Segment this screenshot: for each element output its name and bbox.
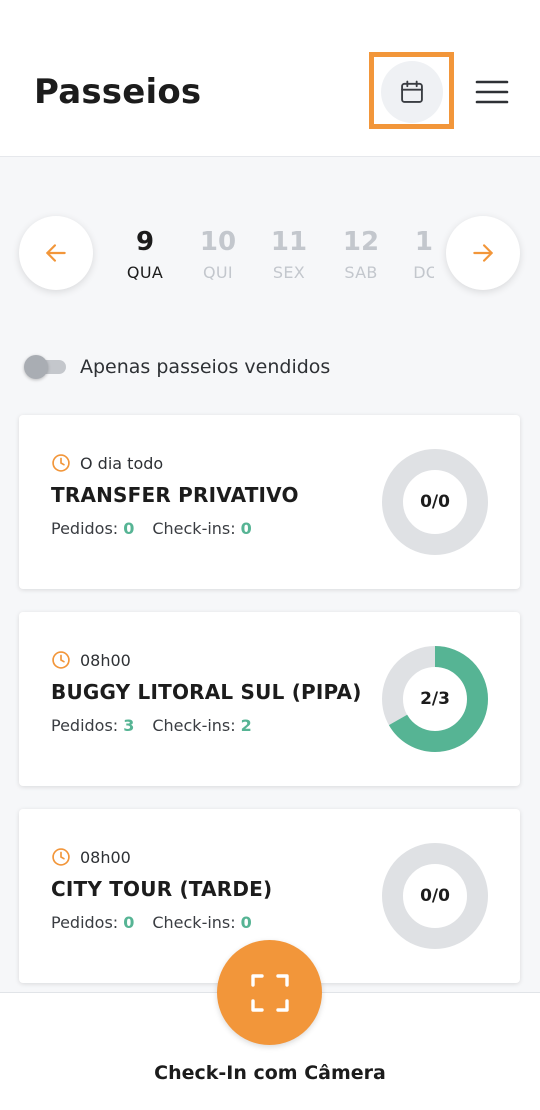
hamburger-menu-icon [475,80,509,104]
days-viewport: 9 QUA 10 QUI 11 SEX 12 SAB 13 DOM [92,205,434,300]
tour-time-label: 08h00 [80,847,131,867]
tour-time-label: 08h00 [80,650,131,670]
camera-checkin-label[interactable]: Check-In com Câmera [0,1062,540,1084]
arrow-left-icon [46,244,66,262]
tour-time: 08h00 [51,650,131,670]
tour-time: O dia todo [51,453,163,473]
day-item[interactable]: 10 QUI [183,227,253,282]
tour-time: 08h00 [51,847,131,867]
tour-title: TRANSFER PRIVATIVO [51,483,299,507]
day-weekday: DOM [413,263,434,282]
day-item[interactable]: 11 SEX [254,227,324,282]
app-header: Passeios [0,0,540,157]
sold-tours-toggle[interactable] [24,354,66,380]
day-weekday: SEX [272,263,306,282]
checkins-label: Check-ins: [152,519,236,538]
day-number: 12 [342,227,380,257]
previous-day-button[interactable] [19,216,93,290]
day-item[interactable]: 12 SAB [326,227,396,282]
clock-icon [52,848,70,866]
clock-icon [52,651,70,669]
checkins-value: 0 [240,519,252,538]
toggle-knob [24,355,48,379]
checkins-label: Check-ins: [152,913,236,932]
tour-card[interactable]: 08h00 BUGGY LITORAL SUL (PIPA) Pedidos: 3… [19,612,520,786]
tour-title: BUGGY LITORAL SUL (PIPA) [51,680,362,704]
clock-icon [52,454,70,472]
day-item[interactable]: 13 DOM [398,227,434,282]
camera-checkin-button[interactable] [217,940,322,1045]
day-number: 10 [199,227,237,257]
checkin-ratio: 2/3 [420,689,450,709]
menu-button[interactable] [472,75,512,109]
tour-card[interactable]: O dia todo TRANSFER PRIVATIVO Pedidos: 0 C… [19,415,520,589]
arrow-right-icon [473,244,493,262]
tour-time-label: O dia todo [80,453,164,473]
checkin-ratio: 0/0 [420,886,450,906]
orders-label: Pedidos: [51,913,119,932]
calendar-icon [401,80,423,103]
orders-label: Pedidos: [51,716,119,735]
day-weekday: SAB [344,263,378,282]
day-number: 13 [414,227,434,257]
page-title: Passeios [34,72,202,112]
tour-title: CITY TOUR (TARDE) [51,877,273,901]
sold-tours-filter: Apenas passeios vendidos [24,350,330,384]
checkins-value: 2 [240,716,252,735]
scan-frame-icon [250,973,289,1012]
day-number: 11 [270,227,308,257]
tour-stats: Pedidos: 3 Check-ins: 2 [51,716,252,735]
day-item[interactable]: 9 QUA [110,227,180,282]
day-number: 9 [135,227,155,257]
day-weekday: QUI [203,263,233,282]
orders-value: 0 [123,519,135,538]
tour-stats: Pedidos: 0 Check-ins: 0 [51,913,252,932]
calendar-button[interactable] [381,61,443,123]
checkins-label: Check-ins: [152,716,236,735]
next-day-button[interactable] [446,216,520,290]
checkin-ratio: 0/0 [420,492,450,512]
date-selector: 9 QUA 10 QUI 11 SEX 12 SAB 13 DOM [0,205,540,300]
tour-stats: Pedidos: 0 Check-ins: 0 [51,519,252,538]
orders-label: Pedidos: [51,519,119,538]
checkins-value: 0 [240,913,252,932]
toggle-label: Apenas passeios vendidos [80,356,331,378]
orders-value: 3 [123,716,135,735]
day-weekday: QUA [126,263,164,282]
orders-value: 0 [123,913,135,932]
